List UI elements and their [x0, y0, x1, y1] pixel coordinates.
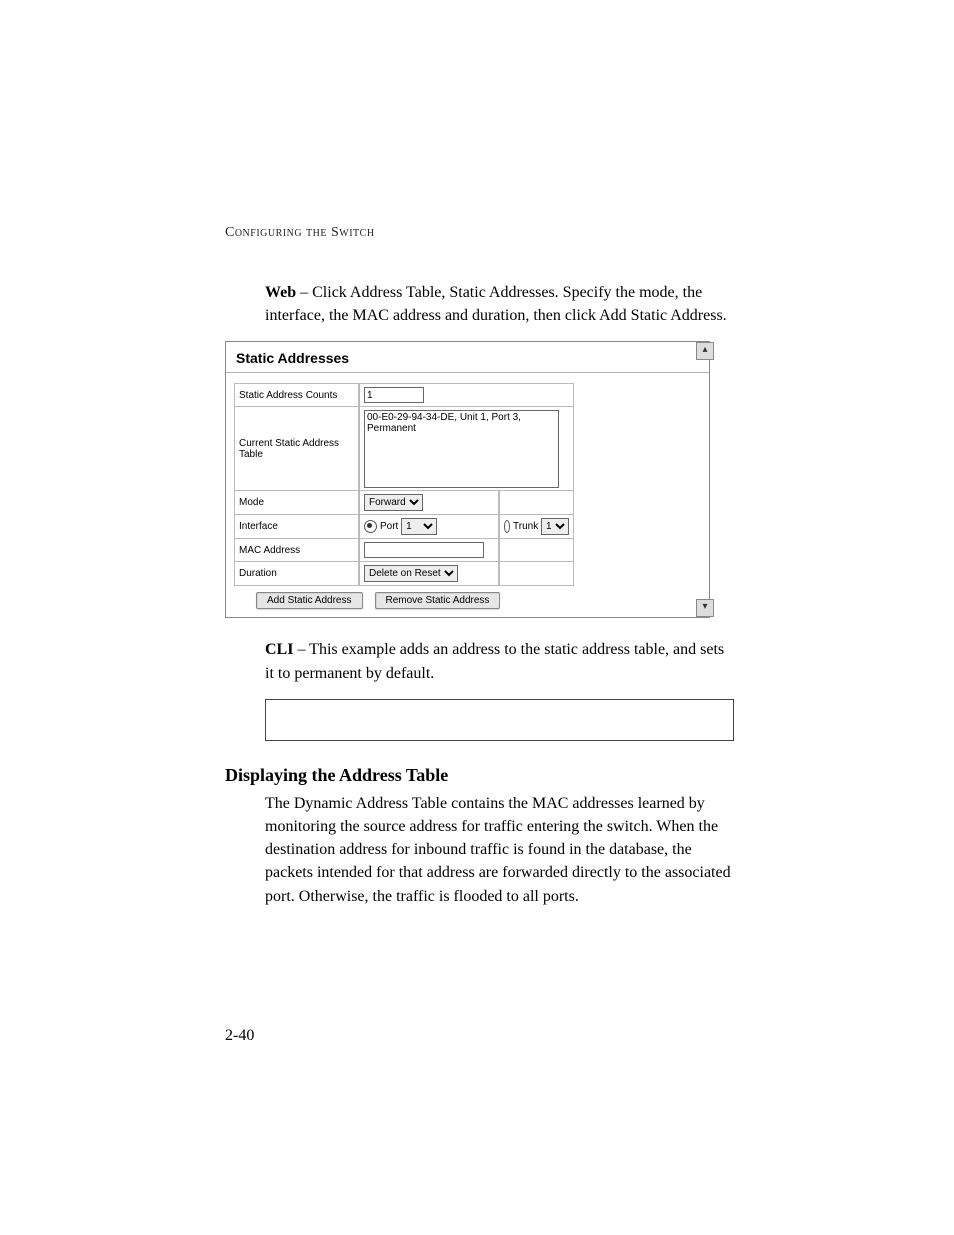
cli-label: CLI — [265, 641, 293, 658]
port-radio[interactable] — [364, 520, 377, 533]
table-label: Current Static Address Table — [234, 407, 359, 491]
duration-label: Duration — [234, 562, 359, 586]
port-radio-label: Port — [380, 521, 398, 532]
mode-cell: Forward — [359, 491, 499, 515]
section-heading: Displaying the Address Table — [225, 765, 734, 786]
panel-scrollbar: ▴ ▾ — [696, 342, 714, 617]
page-number: 2-40 — [225, 1027, 254, 1045]
add-static-address-button[interactable]: Add Static Address — [256, 592, 363, 609]
scroll-up-icon[interactable]: ▴ — [696, 342, 714, 360]
remove-static-address-button[interactable]: Remove Static Address — [375, 592, 501, 609]
web-label: Web — [265, 284, 296, 301]
cli-instruction: CLI – This example adds an address to th… — [225, 638, 734, 684]
duration-empty — [499, 562, 574, 586]
trunk-radio[interactable] — [504, 520, 510, 533]
table-cell: 00-E0-29-94-34-DE, Unit 1, Port 3, Perma… — [359, 407, 574, 491]
port-select[interactable]: 1 — [401, 518, 437, 535]
mode-empty — [499, 491, 574, 515]
mode-select[interactable]: Forward — [364, 494, 423, 511]
web-instruction: Web – Click Address Table, Static Addres… — [225, 281, 734, 327]
trunk-select[interactable]: 1 — [541, 518, 569, 535]
mode-label: Mode — [234, 491, 359, 515]
cli-code-box — [265, 699, 734, 741]
web-text: – Click Address Table, Static Addresses.… — [265, 284, 727, 324]
static-addresses-panel: ▴ ▾ Static Addresses Static Address Coun… — [225, 341, 710, 618]
trunk-cell: Trunk 1 — [499, 515, 574, 539]
scroll-down-icon[interactable]: ▾ — [696, 599, 714, 617]
counts-label: Static Address Counts — [234, 383, 359, 407]
section-body: The Dynamic Address Table contains the M… — [225, 792, 734, 908]
duration-cell: Delete on Reset — [359, 562, 499, 586]
interface-label: Interface — [234, 515, 359, 539]
cli-text: – This example adds an address to the st… — [265, 641, 724, 681]
panel-divider — [226, 372, 709, 373]
address-table-listbox[interactable]: 00-E0-29-94-34-DE, Unit 1, Port 3, Perma… — [364, 410, 559, 488]
mac-label: MAC Address — [234, 539, 359, 562]
mac-empty — [499, 539, 574, 562]
address-table-entry[interactable]: 00-E0-29-94-34-DE, Unit 1, Port 3, Perma… — [367, 412, 556, 434]
counts-cell — [359, 383, 574, 407]
mac-cell — [359, 539, 499, 562]
mac-input[interactable] — [364, 542, 484, 558]
button-row: Add Static Address Remove Static Address — [226, 592, 709, 617]
port-cell: Port 1 — [359, 515, 499, 539]
page: Configuring the Switch Web – Click Addre… — [0, 0, 954, 1235]
form-grid: Static Address Counts Current Static Add… — [226, 383, 709, 592]
running-head: Configuring the Switch — [225, 225, 734, 241]
panel-title: Static Addresses — [226, 342, 709, 372]
duration-select[interactable]: Delete on Reset — [364, 565, 458, 582]
counts-input[interactable] — [364, 387, 424, 403]
trunk-radio-label: Trunk — [513, 521, 538, 532]
